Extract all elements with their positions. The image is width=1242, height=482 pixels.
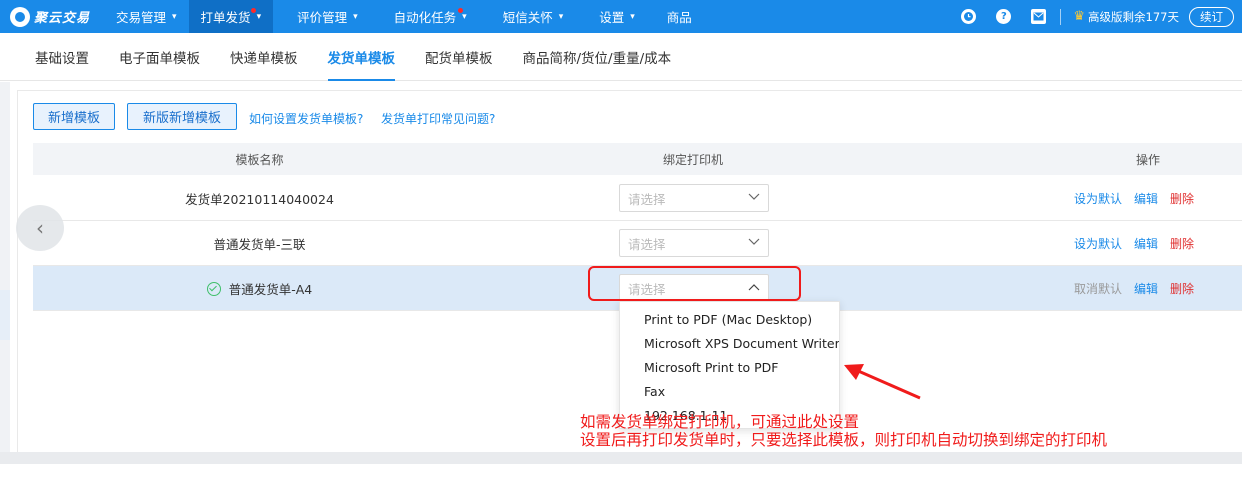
select-placeholder: 请选择 — [628, 236, 666, 252]
left-gutter-highlight — [0, 290, 10, 340]
divider — [1060, 8, 1062, 25]
column-header-ops: 操作 — [1135, 152, 1160, 167]
nav-label: 评价管理 — [297, 10, 348, 25]
message-icon[interactable] — [1031, 9, 1047, 24]
nav-label: 自动化任务 — [393, 10, 457, 25]
left-gutter — [0, 82, 10, 452]
tab-product-info[interactable]: 商品简称/货位/重量/成本 — [508, 33, 687, 81]
chevron-down-icon: ▾ — [172, 11, 177, 22]
highlight-box — [588, 266, 801, 301]
brand-name: 聚云交易 — [34, 11, 91, 26]
template-name: 普通发货单-A4 — [228, 282, 313, 297]
settings-tabs: 基础设置 电子面单模板 快递单模板 发货单模板 配货单模板 商品简称/货位/重量… — [0, 33, 1242, 81]
nav-item-settings[interactable]: 设置 ▾ — [587, 0, 647, 33]
dropdown-option[interactable]: Microsoft XPS Document Writer — [620, 331, 839, 355]
edit-link[interactable]: 编辑 — [1134, 280, 1158, 297]
column-header-name: 模板名称 — [235, 152, 284, 167]
chevron-down-icon — [748, 193, 760, 203]
chevron-left-icon[interactable]: ‹ — [16, 205, 64, 251]
table-row: 普通发货单-三联 请选择 设为默认 编辑 删除 — [33, 221, 1242, 266]
dropdown-option[interactable]: Microsoft Print to PDF — [620, 355, 839, 379]
check-circle-icon — [206, 281, 221, 296]
template-name: 普通发货单-三联 — [213, 237, 306, 252]
crown-icon: ♛ — [1073, 9, 1086, 24]
nav-item-automation[interactable]: 自动化任务 ▾ — [382, 0, 479, 33]
chevron-down-icon — [748, 238, 760, 248]
delete-link[interactable]: 删除 — [1170, 280, 1194, 297]
top-navbar: 聚云交易 交易管理 ▾ 打单发货 ▾ 评价管理 ▾ 自动化任务 ▾ 短信关怀 ▾… — [0, 0, 1242, 33]
annotation-line-1: 如需发货单绑定打印机，可通过此处设置 — [580, 413, 860, 431]
cancel-default-link[interactable]: 取消默认 — [1074, 280, 1122, 297]
dropdown-option[interactable]: Print to PDF (Mac Desktop) — [620, 307, 839, 331]
chevron-down-icon: ▾ — [462, 11, 467, 22]
renew-button[interactable]: 续订 — [1189, 6, 1234, 27]
printer-select[interactable]: 请选择 — [619, 229, 769, 257]
nav-label: 打单发货 — [200, 10, 251, 25]
edit-link[interactable]: 编辑 — [1134, 235, 1158, 252]
chevron-down-icon: ▾ — [558, 11, 564, 22]
column-header-printer: 绑定打印机 — [662, 152, 723, 167]
add-new-template-button[interactable]: 新版新增模板 — [127, 103, 237, 130]
row-actions: 设为默认 编辑 删除 — [1074, 221, 1206, 266]
select-placeholder: 请选择 — [628, 191, 666, 207]
nav-label: 短信关怀 — [502, 10, 553, 25]
annotation-line-2: 设置后再打印发货单时，只要选择此模板，则打印机自动切换到绑定的打印机 — [580, 431, 1108, 449]
chevron-down-icon: ▾ — [353, 11, 358, 22]
nav-label: 商品 — [666, 10, 692, 25]
nav-item-sms[interactable]: 短信关怀 ▾ — [491, 0, 576, 33]
help-icon[interactable]: ? — [996, 9, 1012, 24]
brand-logo[interactable]: 聚云交易 — [0, 0, 104, 33]
clock-icon[interactable] — [961, 9, 977, 24]
tab-express-template[interactable]: 快递单模板 — [215, 33, 313, 81]
nav-item-trade[interactable]: 交易管理 ▾ — [104, 0, 189, 33]
table-row: 发货单20210114040024 请选择 设为默认 编辑 删除 — [33, 176, 1242, 221]
nav-right-tools: ? ♛ 高级版剩余177天 续订 — [951, 0, 1242, 33]
template-name-cell: 普通发货单-A4 — [33, 266, 486, 311]
nav-label: 交易管理 — [116, 10, 167, 25]
printer-select[interactable]: 请选择 — [619, 184, 769, 212]
nav-item-reviews[interactable]: 评价管理 ▾ — [285, 0, 370, 33]
delete-link[interactable]: 删除 — [1170, 190, 1194, 207]
nav-item-print-ship[interactable]: 打单发货 ▾ — [188, 0, 274, 33]
logo-icon — [10, 6, 30, 27]
notification-dot — [250, 8, 256, 13]
help-link-setup[interactable]: 如何设置发货单模板? — [249, 110, 363, 127]
template-name: 发货单20210114040024 — [185, 192, 334, 207]
add-template-button[interactable]: 新增模板 — [33, 103, 115, 130]
nav-item-products[interactable]: 商品 — [655, 0, 704, 33]
row-actions: 取消默认 编辑 删除 — [1074, 266, 1206, 311]
bottom-gutter — [0, 452, 1242, 464]
help-link-faq[interactable]: 发货单打印常见问题? — [381, 110, 495, 127]
tab-basic-settings[interactable]: 基础设置 — [20, 33, 104, 81]
row-actions: 设为默认 编辑 删除 — [1074, 176, 1206, 221]
edit-link[interactable]: 编辑 — [1134, 190, 1158, 207]
set-default-link[interactable]: 设为默认 — [1074, 190, 1122, 207]
chevron-down-icon: ▾ — [256, 11, 262, 22]
annotation-text: 如需发货单绑定打印机，可通过此处设置 设置后再打印发货单时，只要选择此模板，则打… — [580, 413, 1107, 449]
tab-picking-template[interactable]: 配货单模板 — [410, 33, 508, 81]
nav-label: 设置 — [599, 10, 625, 25]
table-header: 模板名称 绑定打印机 操作 — [33, 143, 1242, 175]
tab-invoice-template[interactable]: 发货单模板 — [313, 33, 411, 81]
notification-dot — [457, 8, 463, 13]
tab-e-waybill-template[interactable]: 电子面单模板 — [104, 33, 215, 81]
printer-dropdown-menu: Print to PDF (Mac Desktop) Microsoft XPS… — [619, 301, 840, 429]
chevron-down-icon: ▾ — [630, 11, 635, 22]
annotation-arrow-icon — [844, 364, 921, 400]
dropdown-option[interactable]: Fax — [620, 379, 839, 403]
plan-remaining-text: 高级版剩余177天 — [1088, 9, 1179, 24]
set-default-link[interactable]: 设为默认 — [1074, 235, 1122, 252]
delete-link[interactable]: 删除 — [1170, 235, 1194, 252]
